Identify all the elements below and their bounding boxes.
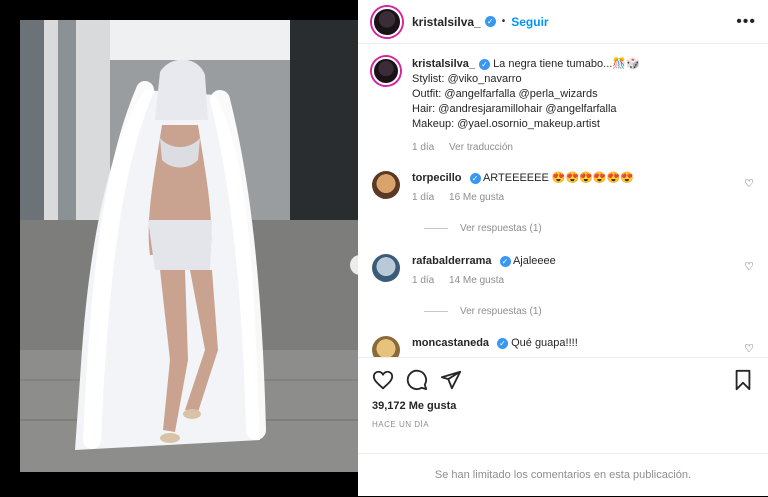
comment-likes[interactable]: 14 Me gusta [449, 275, 504, 286]
comment-like-heart-icon[interactable]: ♡ [744, 342, 754, 355]
view-replies-label[interactable]: Ver respuestas (1) [460, 223, 542, 234]
commenter-avatar[interactable] [372, 336, 400, 357]
view-replies-label[interactable]: Ver respuestas (1) [460, 306, 542, 317]
comment-time[interactable]: 1 día [412, 275, 434, 286]
caption-line: Stylist: @viko_navarro [412, 73, 522, 85]
comments-list[interactable]: kristalsilva_ ✓ La negra tiene tumabo...🎊… [358, 45, 768, 357]
heart-icon[interactable] [372, 369, 394, 391]
verified-badge-icon: ✓ [497, 337, 509, 349]
post-actions: 39,172 Me gusta HACE UN DÍA [358, 357, 768, 429]
commenter-username[interactable]: rafabalderrama [412, 255, 492, 267]
photo-illustration [20, 20, 358, 472]
replies-divider [424, 311, 448, 312]
comment-icon[interactable] [406, 369, 428, 391]
bookmark-icon[interactable] [732, 369, 754, 391]
comment-text: Ajaleeee [512, 255, 556, 267]
caption-line: Hair: @andresjaramillohair @angelfarfall… [412, 103, 617, 115]
comment-like-heart-icon[interactable]: ♡ [744, 260, 754, 273]
post-image[interactable]: › [20, 20, 358, 472]
replies-divider [424, 228, 448, 229]
see-translation-button[interactable]: Ver traducción [449, 142, 513, 153]
comment-item: rafabalderrama ✓ Ajaleeee 1 día 14 Me gus… [358, 254, 768, 288]
comment-time[interactable]: 1 día [412, 192, 434, 203]
verified-badge-icon: ✓ [484, 16, 496, 27]
share-icon[interactable] [440, 369, 462, 391]
comments-limited-notice: Se han limitado los comentarios en esta … [358, 453, 768, 496]
post-side-panel: kristalsilva_ ✓ • Seguir ••• kristalsilv… [358, 0, 768, 496]
post-timestamp[interactable]: HACE UN DÍA [372, 420, 754, 429]
follow-button[interactable]: Seguir [511, 15, 548, 29]
more-horizontal-icon[interactable]: ••• [736, 13, 756, 31]
author-username[interactable]: kristalsilva_ [412, 15, 481, 29]
caption-author[interactable]: kristalsilva_ [412, 58, 475, 70]
caption-line: Outfit: @angelfarfalla @perla_wizards [412, 88, 598, 100]
comment-item: moncastaneda ✓ Qué guapa!!!! ♡ [358, 336, 768, 357]
commenter-avatar[interactable] [372, 254, 400, 282]
caption-author-avatar[interactable] [372, 57, 400, 85]
verified-badge-icon: ✓ [499, 255, 511, 267]
separator: • [501, 16, 506, 27]
caption-time[interactable]: 1 día [412, 142, 434, 153]
post-header: kristalsilva_ ✓ • Seguir ••• [358, 0, 768, 44]
commenter-avatar[interactable] [372, 171, 400, 199]
commenter-username[interactable]: moncastaneda [412, 337, 489, 349]
caption-line: La negra tiene tumabo...🎊🎲 [493, 58, 640, 70]
post-modal: › kristalsilva_ ✓ • Seguir ••• kristalsi… [0, 0, 768, 496]
commenter-username[interactable]: torpecillo [412, 172, 462, 184]
view-replies[interactable]: Ver respuestas (1) [424, 223, 542, 234]
caption: kristalsilva_ ✓ La negra tiene tumabo...🎊… [358, 45, 768, 155]
comment-text: Qué guapa!!!! [511, 337, 578, 349]
comment-item: torpecillo ✓ ARTEEEEEE 😍😍😍😍😍😍 1 día 16 Me… [358, 171, 768, 205]
verified-badge-icon: ✓ [479, 58, 490, 70]
comment-likes[interactable]: 16 Me gusta [449, 192, 504, 203]
comment-text: ARTEEEEEE 😍😍😍😍😍😍 [482, 172, 635, 184]
comment-like-heart-icon[interactable]: ♡ [744, 177, 754, 190]
likes-count[interactable]: 39,172 Me gusta [372, 400, 754, 412]
caption-line: Makeup: @yael.osornio_makeup.artist [412, 118, 600, 130]
view-replies[interactable]: Ver respuestas (1) [424, 306, 542, 317]
verified-badge-icon: ✓ [469, 172, 481, 184]
author-avatar[interactable] [372, 6, 402, 37]
